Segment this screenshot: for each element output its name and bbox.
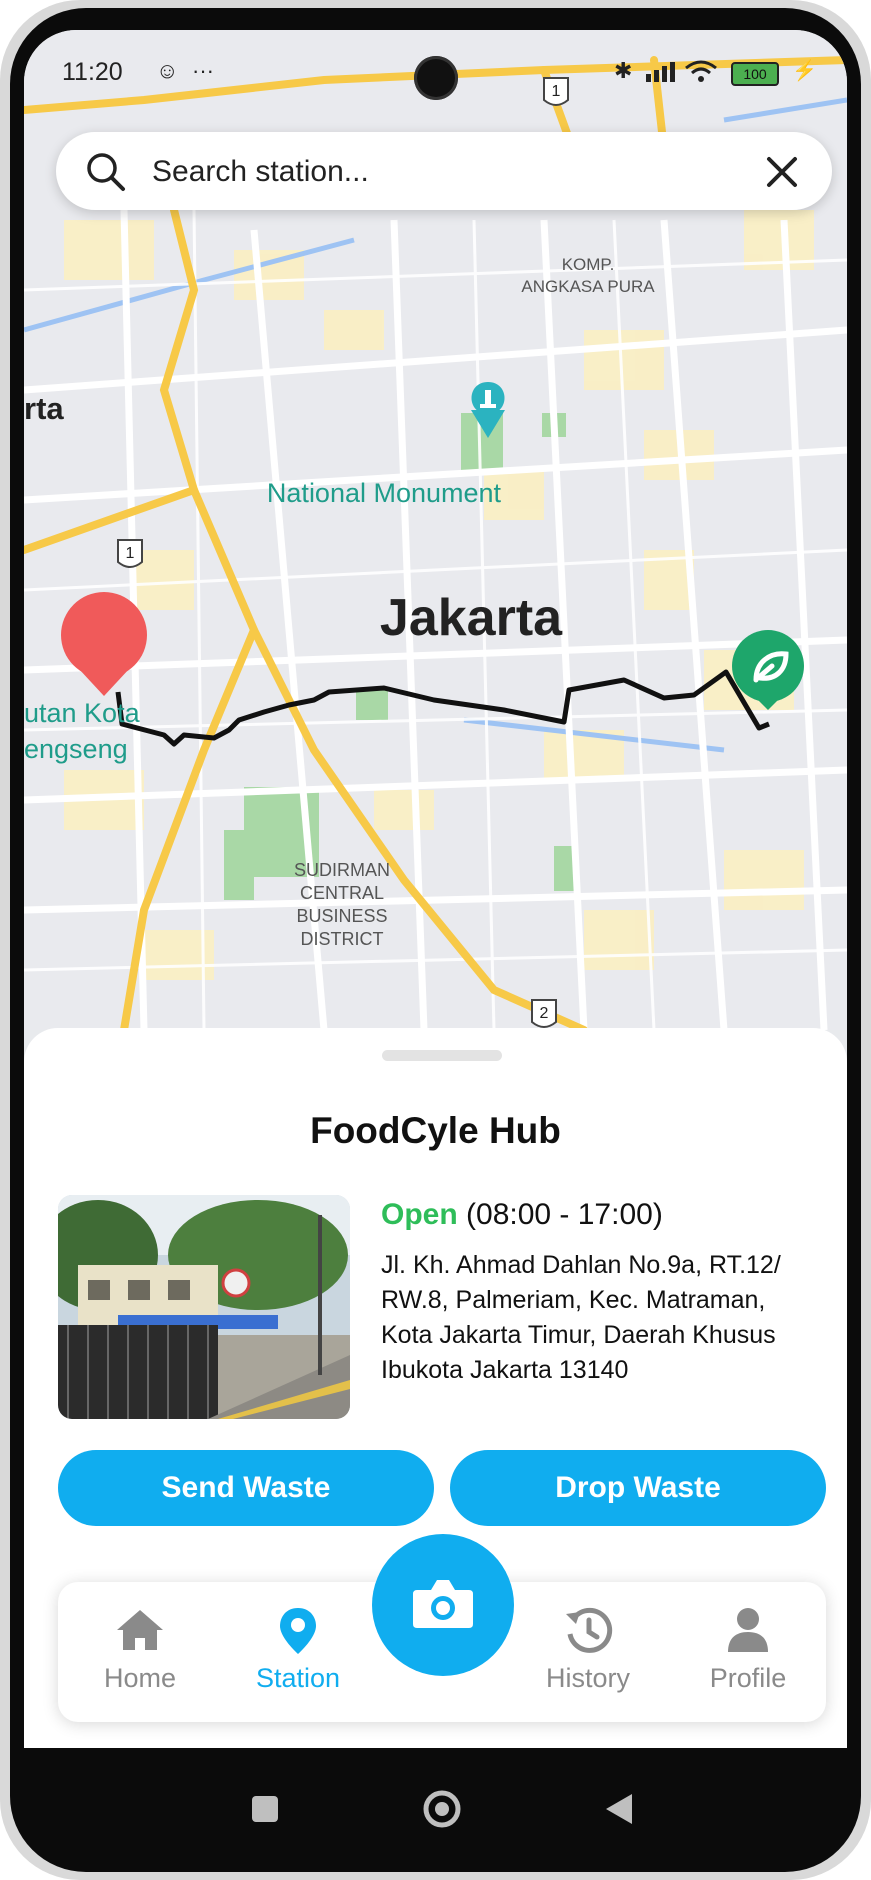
history-icon [566,1607,613,1653]
station-photo[interactable] [58,1195,350,1419]
search-icon [87,153,125,191]
nav-item-home[interactable]: Home [70,1606,210,1694]
road-shield: 1 [117,539,143,568]
bluetooth-icon: ✱ [614,58,633,83]
nav-label-home: Home [103,1663,177,1693]
wifi-icon [685,60,717,82]
map-label-central: CENTRAL [300,883,384,903]
home-icon [117,1610,163,1650]
map-label-district: DISTRICT [301,929,384,949]
open-status-label: Open [381,1198,458,1231]
phone-bezel: 1 1 2 Jakarta National Monument KOMP. AN… [10,8,861,1872]
phone-frame: 1 1 2 Jakarta National Monument KOMP. AN… [0,0,871,1880]
battery-indicator: 100 [731,62,779,86]
nav-item-station[interactable]: Station [228,1606,368,1694]
charging-bolt-icon: ⚡ [792,60,817,82]
station-name: FoodCyle Hub [310,1110,561,1151]
front-camera [414,56,458,100]
map-label-rta: rta [24,391,64,426]
map-label-utan: utan Kota [24,698,141,728]
send-waste-button[interactable]: Send Waste [58,1450,434,1526]
camera-scan-button[interactable] [372,1534,514,1676]
system-navigation-bar [20,1748,861,1872]
station-hours: Open (08:00 - 17:00) [381,1198,663,1232]
drop-waste-button[interactable]: Drop Waste [450,1450,826,1526]
location-pin-icon [280,1608,316,1654]
map-label-business: BUSINESS [296,906,387,926]
nav-label-profile: Profile [709,1663,787,1693]
camera-icon [413,1580,473,1628]
map-label-engseng: engseng [24,734,128,764]
map-label-komp: KOMP. [562,255,615,274]
opening-hours: (08:00 - 17:00) [466,1198,663,1231]
status-time: 11:20 [62,58,123,86]
profile-icon [728,1608,768,1652]
map-label-monument: National Monument [267,478,502,508]
status-bar: 11:20 ☺ ··· ✱ 100 ⚡ [24,30,847,100]
svg-text:1: 1 [126,545,135,562]
station-address: Jl. Kh. Ahmad Dahlan No.9a, RT.12/ RW.8,… [381,1251,781,1384]
signal-icon [646,62,675,82]
nav-item-history[interactable]: History [518,1606,658,1694]
road-shield: 2 [531,999,557,1028]
svg-text:2: 2 [540,1005,549,1022]
search-bar[interactable] [56,132,832,210]
nav-item-profile[interactable]: Profile [678,1606,818,1694]
sheet-drag-handle[interactable] [382,1050,502,1061]
system-back-icon[interactable] [604,1792,634,1826]
recent-apps-icon[interactable] [249,1793,281,1825]
nav-label-station: Station [255,1663,341,1693]
close-icon[interactable] [766,156,798,188]
map-label-sudirman: SUDIRMAN [294,860,390,880]
map-label-angkasa: ANGKASA PURA [521,277,655,296]
map-label-city: Jakarta [380,589,563,647]
search-input[interactable] [150,150,714,194]
system-home-icon[interactable] [422,1789,462,1829]
notification-face-icon: ☺ [156,58,179,83]
app-screen: 1 1 2 Jakarta National Monument KOMP. AN… [24,30,847,1748]
status-more-dots: ··· [192,58,214,83]
nav-label-history: History [545,1663,630,1693]
